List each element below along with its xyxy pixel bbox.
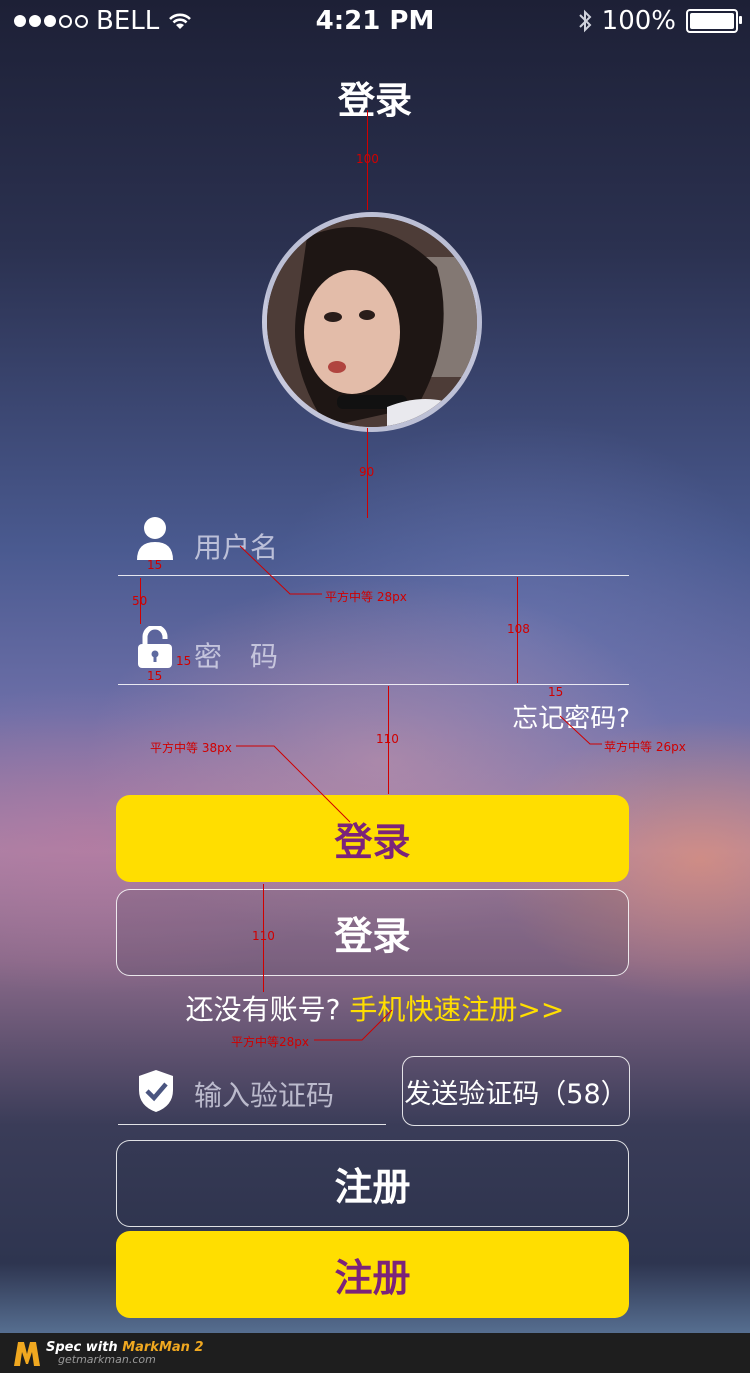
markman-footer: Spec with MarkMan 2 getmarkman.com (0, 1333, 750, 1373)
spec-font-label: 平方中等28px (231, 1035, 309, 1049)
spec-font-label: 平方中等 38px (150, 741, 232, 755)
markman-logo-icon (14, 1342, 40, 1366)
spec-leader-lines (236, 545, 602, 1041)
footer-url: getmarkman.com (58, 1353, 156, 1366)
spec-font-label: 苹方中等 26px (604, 740, 686, 754)
spec-font-label: 平方中等 28px (325, 590, 407, 604)
